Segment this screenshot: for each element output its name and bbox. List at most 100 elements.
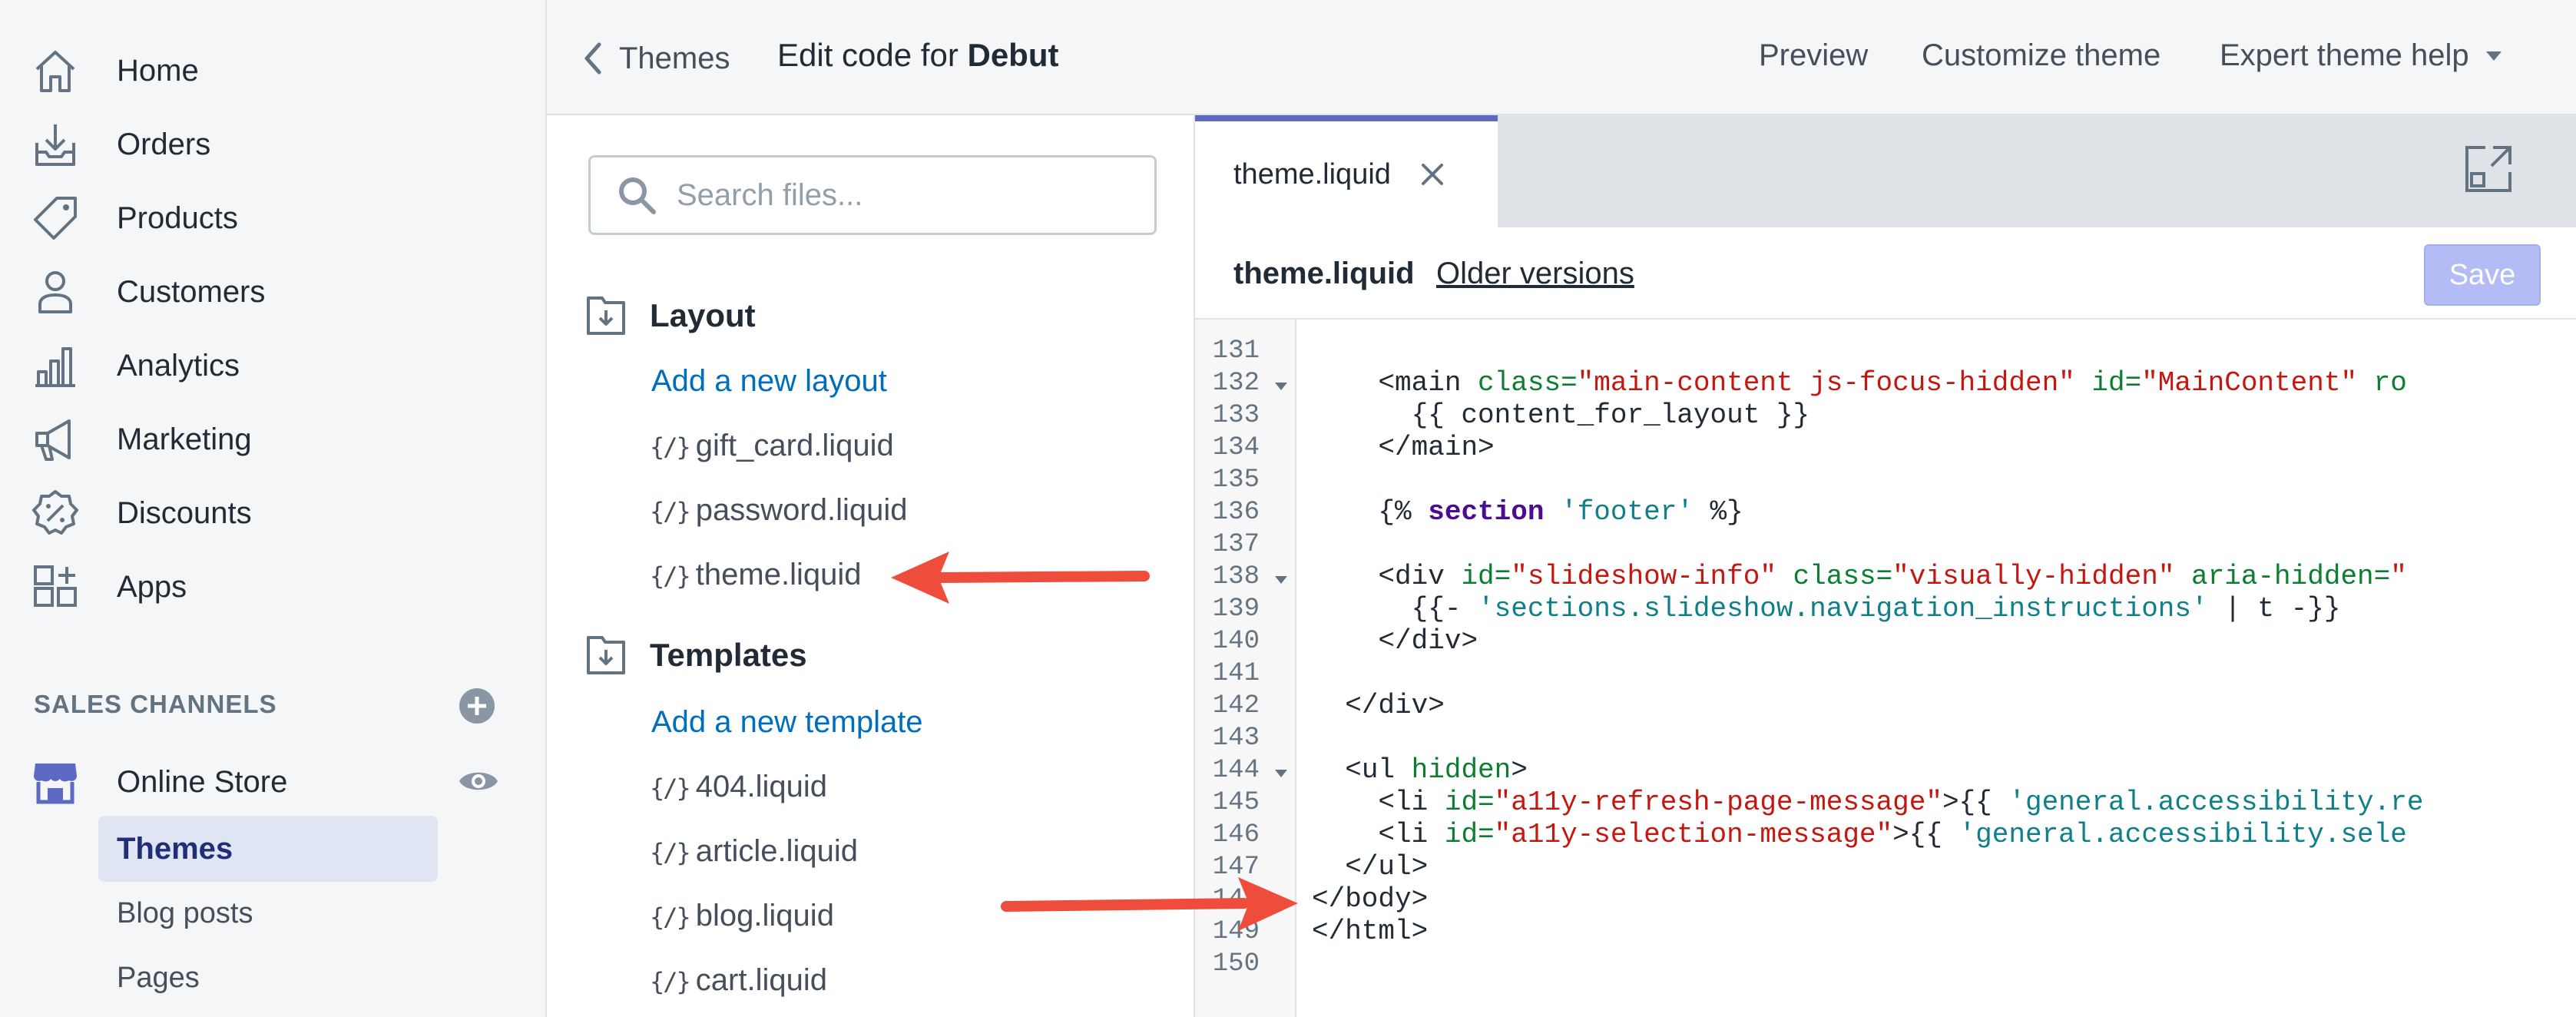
file-blog-liquid[interactable]: {/} blog.liquid [650, 899, 834, 933]
back-to-themes-link[interactable]: Themes [582, 35, 730, 81]
expert-theme-help-button[interactable]: Expert theme help [2220, 38, 2502, 73]
add-sales-channel-button[interactable] [458, 687, 496, 725]
layout-section-heading[interactable]: Layout [585, 295, 756, 336]
apps-icon [31, 562, 80, 611]
file-name: 404.liquid [695, 770, 828, 803]
folder-download-icon [587, 296, 625, 335]
page-title-prefix: Edit code for [777, 37, 959, 73]
nav-item-marketing[interactable]: Marketing [0, 402, 547, 476]
save-button[interactable]: Save [2424, 244, 2541, 306]
section-title: Templates [650, 637, 807, 673]
folder-download-icon [587, 636, 625, 674]
close-icon[interactable] [1420, 162, 1445, 187]
file-name: theme.liquid [695, 558, 862, 591]
bar-chart-icon [31, 341, 80, 390]
page-title: Edit code for Debut [777, 37, 1058, 74]
discount-icon [31, 489, 80, 538]
expand-icon [2465, 146, 2511, 192]
code-line-138: <div id="slideshow-info" class="visually… [1378, 561, 2407, 592]
file-article-liquid[interactable]: {/} article.liquid [650, 834, 858, 869]
fold-toggle[interactable] [1275, 576, 1287, 584]
file-theme-liquid[interactable]: {/} theme.liquid [650, 558, 861, 592]
fold-toggle[interactable] [1275, 770, 1287, 777]
plus-circle-icon [459, 688, 495, 724]
caret-down-icon [2485, 51, 2502, 61]
templates-section-heading[interactable]: Templates [585, 634, 807, 676]
line-number: 136 [1212, 498, 1260, 527]
store-icon [31, 757, 80, 807]
line-number: 133 [1212, 401, 1260, 430]
megaphone-icon [31, 415, 80, 464]
code-line-140: </div> [1378, 625, 1478, 657]
line-number: 139 [1212, 595, 1260, 624]
liquid-file-icon: {/} [650, 774, 691, 803]
line-number: 146 [1212, 820, 1260, 850]
file-404-liquid[interactable]: {/} 404.liquid [650, 770, 827, 804]
line-number: 142 [1212, 691, 1260, 721]
nav-item-home[interactable]: Home [0, 34, 547, 108]
line-number: 137 [1212, 530, 1260, 559]
file-name: article.liquid [695, 834, 859, 868]
nav-item-analytics[interactable]: Analytics [0, 329, 547, 402]
search-icon [619, 177, 656, 214]
nav-subitem-blog-posts[interactable]: Blog posts [117, 897, 253, 930]
tag-icon [31, 194, 80, 243]
nav-label: Customers [117, 274, 266, 309]
code-line-139: {{- 'sections.slideshow.navigation_instr… [1411, 593, 2341, 624]
current-file-name: theme.liquid [1233, 257, 1415, 290]
editor-tab-bar: theme.liquid [1195, 115, 2576, 227]
add-new-template-link[interactable]: Add a new template [651, 705, 923, 740]
line-number: 150 [1212, 949, 1260, 979]
nav-label: Apps [117, 569, 187, 604]
nav-item-orders[interactable]: Orders [0, 108, 547, 181]
code-line-144: <ul hidden> [1345, 754, 1528, 786]
line-number: 135 [1212, 465, 1260, 495]
liquid-file-icon: {/} [650, 562, 691, 591]
search-files-box[interactable] [588, 155, 1157, 235]
nav-item-apps[interactable]: Apps [0, 550, 547, 624]
line-number: 131 [1212, 336, 1260, 366]
code-line-134: </main> [1378, 432, 1495, 463]
search-files-input[interactable] [675, 177, 1139, 214]
orders-icon [31, 120, 80, 169]
code-line-142: </div> [1345, 690, 1445, 721]
nav-label: Marketing [117, 422, 252, 456]
back-label: Themes [619, 41, 730, 75]
view-online-store-button[interactable] [458, 762, 499, 800]
file-gift-card-liquid[interactable]: {/} gift_card.liquid [650, 429, 894, 463]
nav-label: Discounts [117, 495, 252, 530]
code-area[interactable]: 131 132 133 134 135 136 137 138 139 140 … [1195, 320, 2576, 1017]
nav-label: Online Store [117, 764, 288, 799]
code-line-149: </html> [1312, 916, 1429, 947]
fullscreen-button[interactable] [2464, 144, 2513, 194]
line-number: 132 [1212, 369, 1260, 398]
line-number: 145 [1212, 788, 1260, 817]
line-number: 144 [1212, 756, 1260, 785]
fold-toggle[interactable] [1275, 383, 1287, 390]
nav-item-products[interactable]: Products [0, 181, 547, 255]
person-icon [31, 267, 80, 316]
liquid-file-icon: {/} [650, 967, 691, 996]
add-new-layout-link[interactable]: Add a new layout [651, 364, 887, 399]
file-name: gift_card.liquid [695, 429, 894, 462]
nav-item-discounts[interactable]: Discounts [0, 476, 547, 550]
eye-icon [459, 772, 498, 790]
older-versions-link[interactable]: Older versions [1436, 257, 1634, 291]
nav-label: Analytics [117, 348, 240, 383]
line-number: 138 [1212, 562, 1260, 591]
file-name: blog.liquid [695, 899, 834, 933]
nav-subitem-label: Themes [117, 831, 233, 866]
code-line-146: <li id="a11y-selection-message">{{ 'gene… [1378, 819, 2407, 850]
nav-subitem-pages[interactable]: Pages [117, 962, 200, 995]
file-cart-liquid[interactable]: {/} cart.liquid [650, 963, 827, 998]
code-line-145: <li id="a11y-refresh-page-message">{{ 'g… [1378, 787, 2424, 818]
nav-item-customers[interactable]: Customers [0, 255, 547, 329]
file-name: password.liquid [695, 493, 908, 527]
nav-subitem-themes[interactable]: Themes [98, 816, 438, 882]
file-password-liquid[interactable]: {/} password.liquid [650, 493, 908, 528]
editor-tab-theme-liquid[interactable]: theme.liquid [1195, 115, 1498, 227]
preview-button[interactable]: Preview [1759, 38, 1868, 73]
customize-theme-button[interactable]: Customize theme [1922, 38, 2160, 73]
line-number: 141 [1212, 659, 1260, 688]
nav-label: Orders [117, 127, 211, 161]
